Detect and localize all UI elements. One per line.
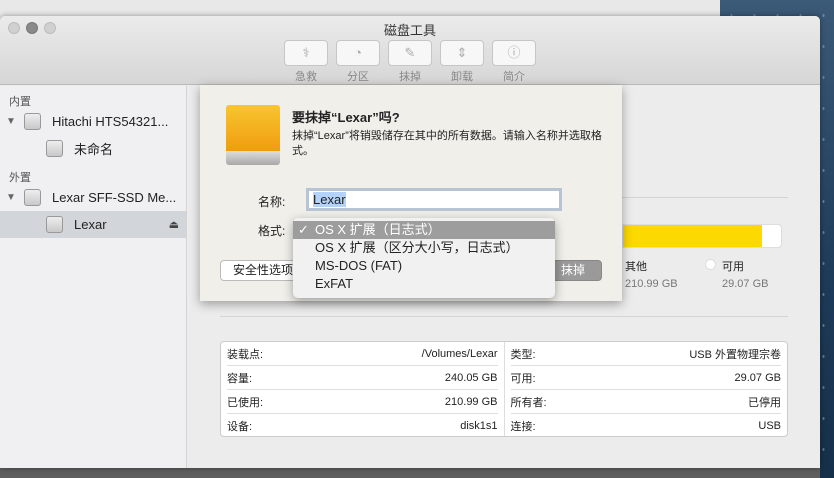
external-disk-icon [226, 105, 280, 167]
disclosure-triangle-icon[interactable]: ▼ [0, 116, 18, 127]
name-label: 名称: [258, 195, 286, 209]
stethoscope-icon: ⚕ [284, 40, 328, 66]
section-internal: 内置 [9, 96, 31, 108]
format-option[interactable]: ✓ OS X 扩展（日志式） [293, 221, 555, 239]
legend-free-swatch [705, 259, 716, 270]
legend-free-value: 29.07 GB [722, 278, 769, 290]
format-option[interactable]: ExFAT [293, 275, 555, 293]
format-option[interactable]: MS-DOS (FAT) [293, 257, 555, 275]
info-row: 类型: USB 外置物理宗卷 [510, 342, 781, 366]
divider [622, 197, 788, 198]
dialog-heading: 要抹掉“Lexar”吗? [292, 110, 400, 125]
info-row: 连接: USB [510, 420, 782, 433]
format-label: 格式: [258, 224, 286, 238]
info-row: 容量: 240.05 GB [227, 366, 498, 390]
legend-other-label: 其他 [625, 261, 647, 273]
info-row: 可用: 29.07 GB [510, 366, 781, 390]
info-row: 装载点:/Volumes/Lexar [227, 342, 498, 366]
external-disk-icon [24, 189, 41, 206]
format-option[interactable]: OS X 扩展（区分大小写，日志式） [293, 239, 555, 257]
titlebar: 磁盘工具 ⚕ 急救 ◔ 分区 ✎ 抹掉 ⇕ 卸载 ⓘ 简介 [0, 16, 820, 85]
format-dropdown-menu: ✓ OS X 扩展（日志式） OS X 扩展（区分大小写，日志式） MS-DOS (F… [293, 218, 555, 298]
info-table: 装载点:/Volumes/Lexar 容量: 240.05 GB 已使用: 210.99… [220, 341, 788, 437]
info-row: 设备: disk1s1 [227, 420, 498, 433]
eject-icon[interactable]: ⏏ [169, 218, 179, 231]
legend-other-value: 210.99 GB [625, 278, 678, 290]
dialog-description: 抹掉“Lexar”将销毁储存在其中的所有数据。请输入名称并选取格式。 [292, 130, 602, 157]
legend-free-label: 可用 [722, 261, 744, 273]
window-title: 磁盘工具 [383, 23, 436, 38]
info-row: 所有者: 已停用 [510, 390, 781, 414]
checkmark-icon: ✓ [298, 222, 309, 237]
erase-icon: ✎ [388, 40, 432, 66]
divider [220, 316, 788, 317]
toolbar-erase-button[interactable]: ✎ 抹掉 [388, 40, 432, 84]
sidebar-item-lexar-disk[interactable]: ▼ Lexar SFF-SSD Me... [0, 184, 186, 211]
sidebar: 内置 ▼ Hitachi HTS54321... 未命名 外置 ▼ Lexar SF… [0, 86, 187, 468]
section-external: 外置 [9, 172, 31, 184]
usage-bar [622, 224, 782, 248]
hard-disk-icon [24, 113, 41, 130]
toolbar-unmount-button[interactable]: ⇕ 卸载 [440, 40, 484, 84]
partition-icon: ◔ [336, 40, 380, 66]
name-input[interactable]: Lexar [306, 188, 562, 211]
unmount-icon: ⇕ [440, 40, 484, 66]
dock-area [0, 468, 820, 478]
info-icon: ⓘ [492, 40, 536, 66]
volume-icon [46, 140, 63, 157]
sidebar-item-untitled[interactable]: 未命名 [0, 135, 186, 162]
toolbar-partition-button[interactable]: ◔ 分区 [336, 40, 380, 84]
toolbar-stethoscope-button[interactable]: ⚕ 急救 [284, 40, 328, 84]
disclosure-triangle-icon[interactable]: ▼ [0, 192, 18, 203]
usage-bar-used [623, 225, 762, 247]
erase-button[interactable]: 抹掉 [548, 260, 602, 281]
volume-icon [46, 216, 63, 233]
toolbar-info-button[interactable]: ⓘ 简介 [492, 40, 536, 84]
sidebar-item-hitachi[interactable]: ▼ Hitachi HTS54321... [0, 108, 186, 135]
info-row: 已使用: 210.99 GB [227, 390, 498, 414]
sidebar-item-lexar-volume[interactable]: Lexar ⏏ [0, 211, 186, 238]
